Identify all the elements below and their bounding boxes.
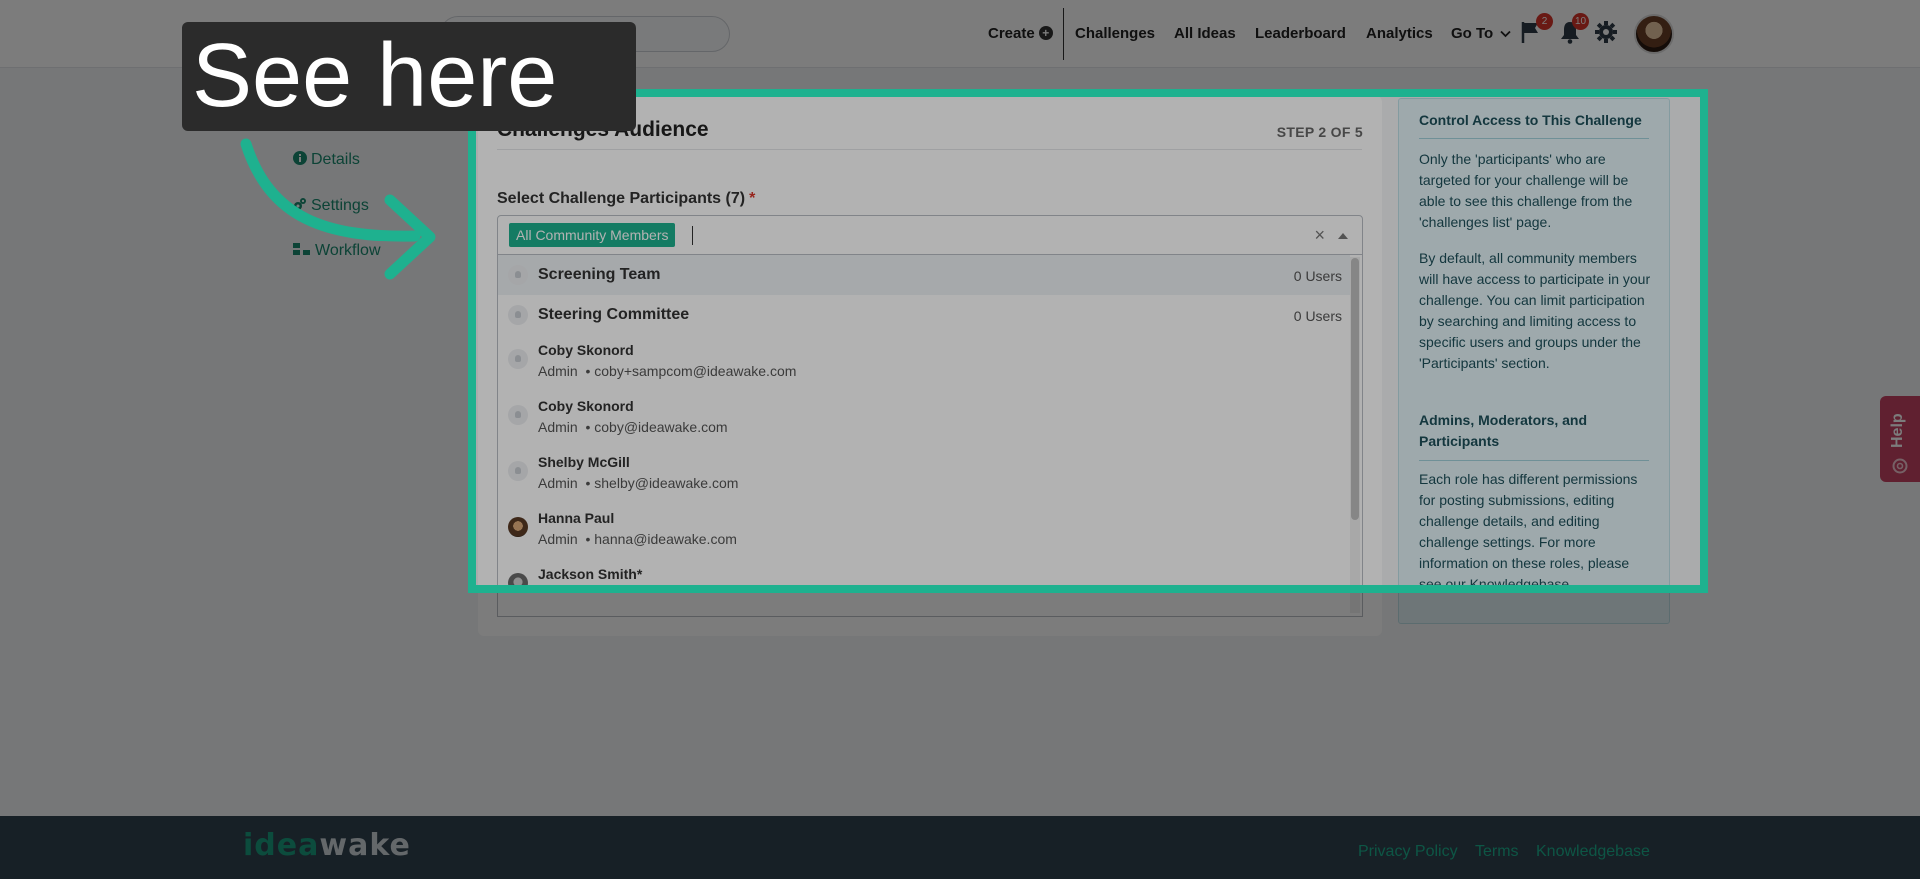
nav-challenges[interactable]: Challenges [1075,25,1155,42]
lifebuoy-icon [1892,458,1908,474]
footer-logo-part2: wake [319,828,411,863]
footer-terms-link[interactable]: Terms [1475,843,1519,861]
nav-go-to[interactable]: Go To [1451,25,1512,42]
help-tab-label: Help [1889,413,1906,448]
footer-privacy-link[interactable]: Privacy Policy [1358,843,1458,861]
chevron-down-icon [1500,30,1512,38]
nav-divider [1063,8,1064,60]
page-footer: ideawake Privacy Policy Terms Knowledgeb… [0,816,1920,879]
callout-arrow-icon [240,138,436,280]
highlight-frame [468,89,1708,593]
footer-knowledgebase-link[interactable]: Knowledgebase [1536,843,1650,861]
user-avatar[interactable] [1634,14,1674,54]
help-tab-button[interactable]: Help [1880,396,1920,482]
tutorial-callout: See here [182,22,636,131]
nav-leaderboard[interactable]: Leaderboard [1255,25,1346,42]
go-to-label: Go To [1451,25,1494,42]
notification-count-badge: 10 [1572,13,1590,30]
nav-analytics[interactable]: Analytics [1366,25,1433,42]
settings-button[interactable] [1594,20,1620,46]
gear-icon [1595,21,1617,43]
footer-logo-part1: idea [243,828,320,863]
footer-logo[interactable]: ideawake [243,828,411,863]
nav-all-ideas[interactable]: All Ideas [1174,25,1236,42]
create-label: Create [988,25,1035,42]
plus-circle-icon: + [1038,26,1053,40]
create-menu[interactable]: Create + [988,25,1053,42]
flag-count-badge: 2 [1536,13,1553,30]
